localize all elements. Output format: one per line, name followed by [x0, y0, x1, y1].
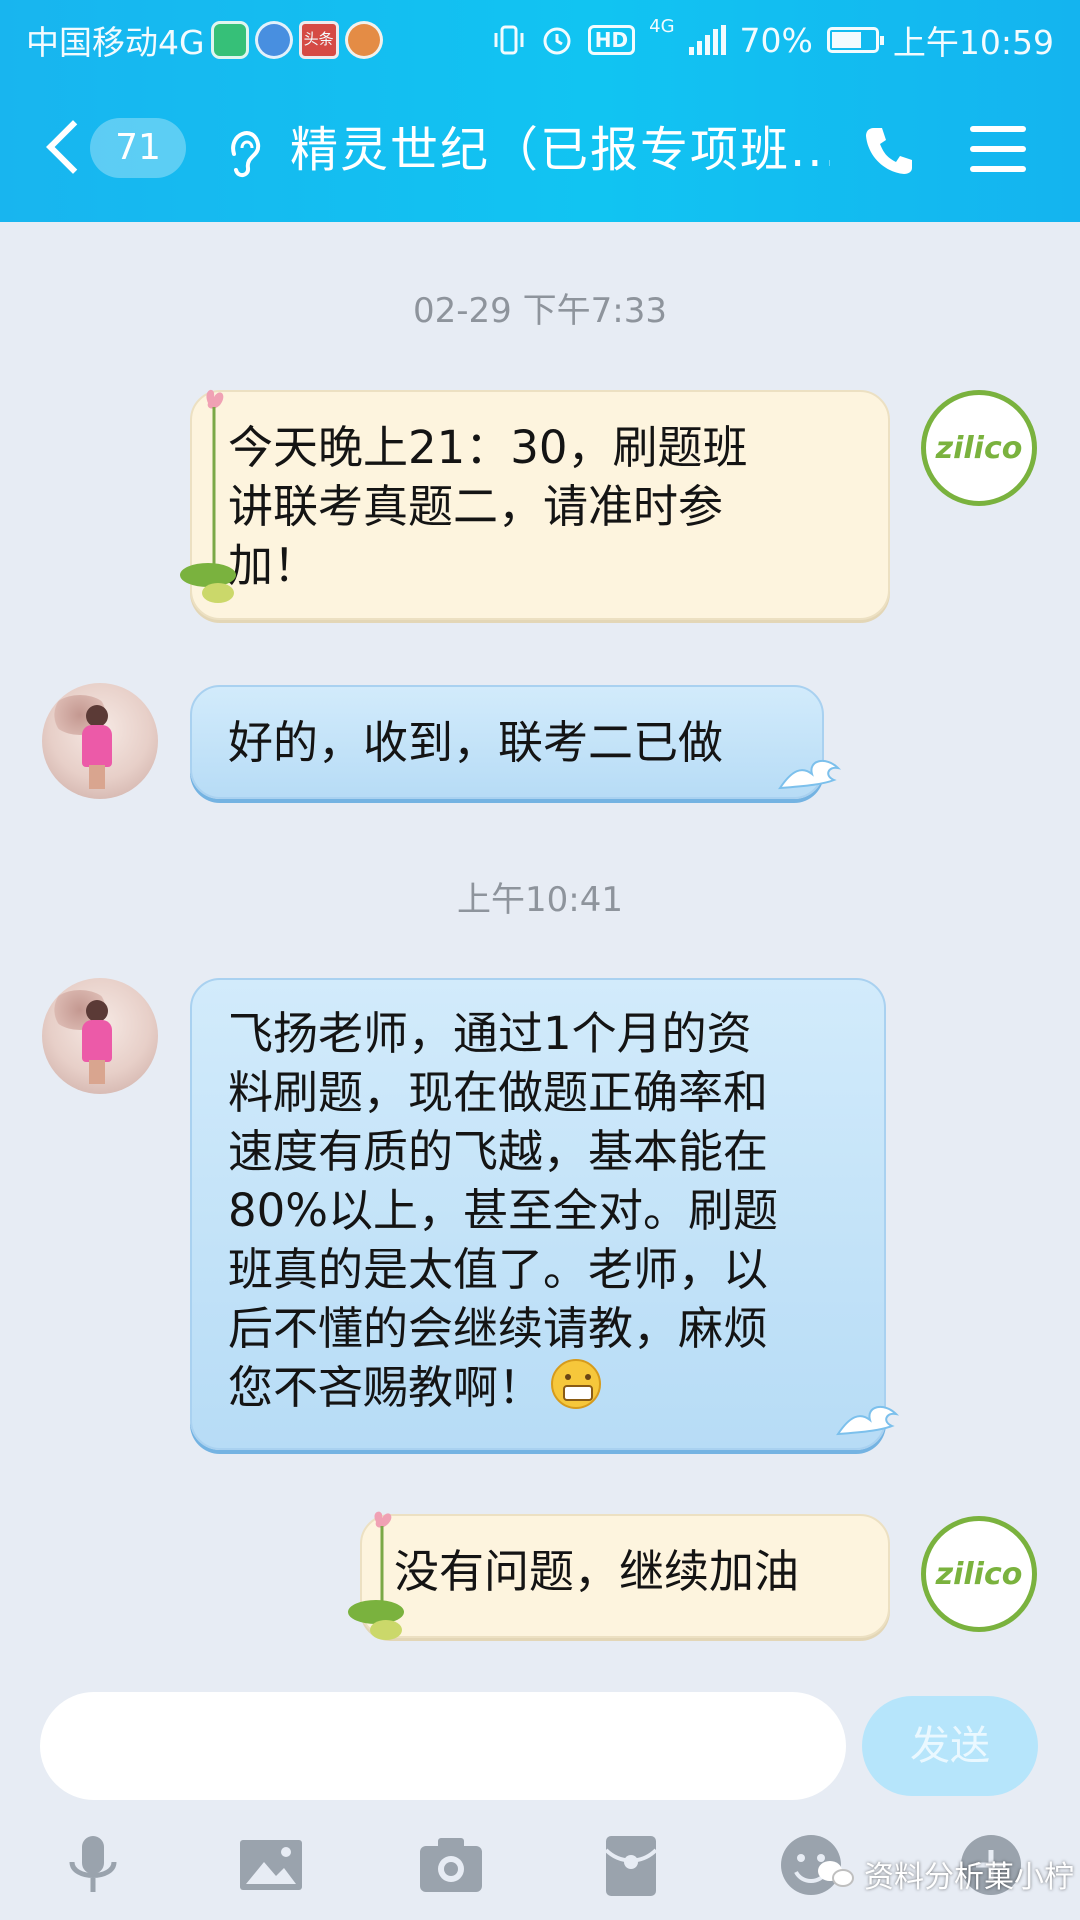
wave-decoration-icon — [778, 759, 842, 790]
vibrate-icon — [494, 25, 524, 55]
avatar[interactable]: zilico — [921, 1516, 1037, 1632]
wechat-icon — [818, 1859, 856, 1889]
chat-title[interactable]: 精灵世纪（已报专项班... — [290, 114, 830, 186]
chat-header: 71 精灵世纪（已报专项班... — [0, 100, 1080, 200]
avatar[interactable] — [42, 978, 158, 1094]
signal-icon — [688, 25, 726, 55]
back-button[interactable] — [42, 118, 82, 182]
message-bubble-outgoing[interactable]: 今天晚上21：30，刷题班 讲联考真题二，请准时参 加！ — [190, 390, 890, 620]
battery-percent: 70% — [739, 20, 813, 60]
message-text: 飞扬老师，通过1个月的资 料刷题，现在做题正确率和 速度有质的飞越，基本能在 8… — [228, 1004, 852, 1417]
mic-icon[interactable] — [58, 1830, 128, 1900]
camera-icon[interactable] — [416, 1830, 486, 1900]
browser-app-icon — [254, 21, 293, 59]
avatar-brand-text: zilico — [935, 430, 1023, 466]
message-text: 今天晚上21：30，刷题班 讲联考真题二，请准时参 加！ — [228, 421, 748, 592]
grin-emoji-icon — [551, 1359, 602, 1409]
alarm-icon — [543, 27, 571, 55]
time-separator: 上午10:41 — [457, 880, 623, 920]
message-bubble-outgoing[interactable]: 没有问题，继续加油 — [360, 1514, 890, 1638]
avatar[interactable] — [42, 683, 158, 799]
unread-count-badge[interactable]: 71 — [90, 118, 186, 178]
avatar[interactable]: zilico — [921, 390, 1037, 506]
wave-decoration-icon — [836, 1405, 900, 1436]
lotus-decoration-icon — [348, 1511, 404, 1640]
message-text-content: 飞扬老师，通过1个月的资 料刷题，现在做题正确率和 速度有质的飞越，基本能在 8… — [228, 1007, 779, 1414]
message-text: 好的，收到，联考二已做 — [228, 716, 724, 769]
message-bubble-incoming[interactable]: 飞扬老师，通过1个月的资 料刷题，现在做题正确率和 速度有质的飞越，基本能在 8… — [190, 978, 886, 1450]
carrier-label: 中国移动4G — [26, 23, 205, 62]
message-bubble-incoming[interactable]: 好的，收到，联考二已做 — [190, 685, 824, 799]
red-packet-icon[interactable] — [596, 1830, 666, 1900]
top-bar: 中国移动4G 头条 HD 4G 70% 上午10:59 71 精灵世纪（已报专项… — [0, 0, 1080, 222]
message-text: 没有问题，继续加油 — [394, 1545, 800, 1598]
toutiao-app-icon: 头条 — [298, 21, 339, 59]
uc-app-icon — [344, 21, 383, 59]
status-bar: 中国移动4G 头条 HD 4G 70% 上午10:59 — [0, 0, 1080, 76]
send-button[interactable]: 发送 — [862, 1696, 1038, 1796]
time-separator: 02-29 下午7:33 — [413, 291, 667, 331]
ear-icon[interactable] — [224, 124, 264, 178]
battery-icon — [826, 27, 884, 53]
watermark-text: 资料分析菓小柠 — [864, 1860, 1074, 1895]
network-type: 4G — [649, 16, 675, 37]
play-app-icon — [210, 21, 249, 59]
phone-call-icon[interactable] — [862, 122, 916, 178]
avatar-brand-text: zilico — [935, 1556, 1023, 1592]
menu-icon[interactable] — [970, 124, 1026, 174]
lotus-decoration-icon — [180, 389, 236, 603]
watermark: 资料分析菓小柠 — [818, 1852, 1074, 1896]
clock: 上午10:59 — [892, 23, 1054, 62]
image-icon[interactable] — [236, 1830, 306, 1900]
hd-badge: HD — [587, 25, 636, 55]
message-input[interactable] — [40, 1692, 846, 1800]
